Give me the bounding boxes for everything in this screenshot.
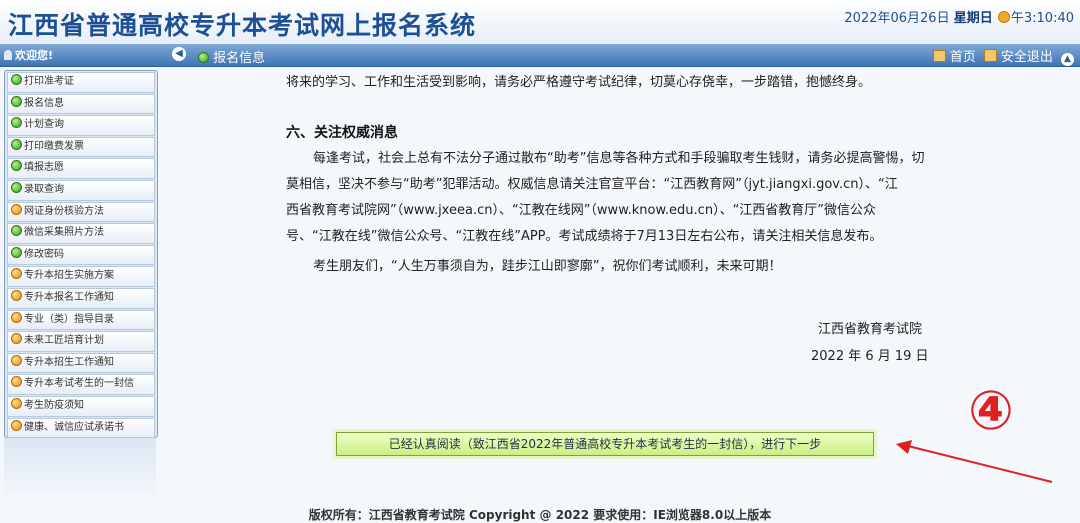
- sidebar-item[interactable]: 微信采集照片方法: [7, 223, 155, 244]
- sidebar-item[interactable]: 未来工匠培育计划: [7, 331, 155, 352]
- clock-icon: [997, 11, 1010, 23]
- breadcrumb-current: 报名信息: [213, 51, 266, 66]
- sidebar-item[interactable]: 专升本报名工作通知: [7, 287, 155, 309]
- sidebar-item-label: 修改密码: [24, 248, 64, 260]
- nav-actions: 首页 安全退出 ▲: [929, 46, 1074, 66]
- orange-dot-icon: [11, 419, 22, 431]
- sidebar-item-label: 网证身份核验方法: [24, 205, 104, 217]
- welcome-label: 欢迎您!: [15, 49, 54, 62]
- sidebar-item[interactable]: 专升本招生实施方案: [7, 266, 155, 287]
- green-dot-icon: [11, 160, 22, 172]
- content-line: 将来的学习、工作和生活受到影响，请务必严格遵守考试纪律，切莫心存侥幸，一步踏错，…: [286, 75, 872, 90]
- green-dot-icon: [11, 225, 22, 237]
- welcome-text: 欢迎您!: [4, 47, 53, 63]
- sidebar-item-label: 考生防疫须知: [24, 399, 84, 411]
- sidebar-item-label: 未来工匠培育计划: [24, 335, 104, 347]
- sidebar-item-label: 计划查询: [24, 119, 64, 131]
- sidebar-item[interactable]: 考生防疫须知: [7, 395, 155, 417]
- orange-dot-icon: [11, 289, 22, 301]
- sidebar-shadow: [4, 438, 156, 498]
- sidebar-item[interactable]: 录取查询: [7, 179, 155, 201]
- content-line: 号、“江教在线”微信公众号、“江教在线”APP。考试成绩将于7月13日左右公布，…: [286, 229, 883, 244]
- sidebar-item[interactable]: 计划查询: [7, 115, 155, 136]
- sidebar-item-label: 专升本招生实施方案: [24, 270, 114, 282]
- orange-dot-icon: [11, 397, 22, 409]
- signature-date: 2022 年 6 月 19 日: [811, 349, 929, 364]
- sidebar-item[interactable]: 专升本考试考生的一封信: [7, 374, 155, 395]
- sidebar-item[interactable]: 网证身份核验方法: [7, 201, 155, 223]
- content-line: 西省教育考试院网”（www.jxeea.cn）、“江教在线网”（www.know…: [286, 203, 877, 218]
- sidebar-item-label: 专升本考试考生的一封信: [24, 378, 134, 390]
- date-text: 2022年06月26日: [844, 11, 950, 26]
- green-dot-icon: [11, 95, 22, 107]
- logout-link[interactable]: 安全退出: [1001, 50, 1053, 65]
- page-header: 江西省普通高校专升本考试网上报名系统 2022年06月26日 星期日 午3:10…: [0, 0, 1080, 45]
- orange-dot-icon: [11, 376, 22, 388]
- user-icon: [4, 50, 12, 60]
- sidebar-item[interactable]: 专升本招生工作通知: [7, 352, 155, 374]
- site-title: 江西省普通高校专升本考试网上报名系统: [8, 11, 477, 40]
- sidebar-item-label: 报名信息: [24, 97, 64, 109]
- sidebar-item-label: 录取查询: [24, 183, 64, 195]
- breadcrumb: 报名信息: [198, 47, 265, 66]
- signature-org: 江西省教育考试院: [818, 322, 923, 337]
- sidebar-item[interactable]: 打印准考证: [7, 72, 155, 93]
- content-line: 莫相信，坚决不参与“助考”犯罪活动。权威信息请关注官宣平台：“江西教育网”（jy…: [286, 177, 898, 192]
- time-text: 午3:10:40: [1010, 11, 1074, 26]
- sidebar-item[interactable]: 填报志愿: [7, 158, 155, 179]
- sidebar-item-label: 健康、诚信应试承诺书: [24, 421, 124, 433]
- green-dot-icon: [198, 52, 209, 63]
- sidebar-menu: 打印准考证报名信息计划查询打印缴费发票 填报志愿录取查询网证身份核验方法 微信采集照…: [4, 70, 158, 460]
- sidebar-item-label: 专业（类）指导目录: [24, 313, 114, 325]
- green-dot-icon: [11, 246, 22, 258]
- orange-dot-icon: [11, 333, 22, 345]
- logout-icon: [983, 49, 997, 62]
- green-dot-icon: [11, 74, 22, 85]
- footer-copyright: 版权所有：江西省教育考试院 Copyright @ 2022 要求使用：IE浏览…: [308, 508, 772, 522]
- main-content: 将来的学习、工作和生活受到影响，请务必严格遵守考试纪律，切莫心存侥幸，一步踏错，…: [160, 66, 1080, 506]
- home-icon: [932, 50, 946, 62]
- sidebar-item[interactable]: 修改密码: [7, 244, 155, 266]
- orange-dot-icon: [11, 311, 22, 323]
- scroll-up-button[interactable]: ▲: [1061, 53, 1074, 66]
- sidebar-item[interactable]: 打印缴费发票: [7, 136, 155, 158]
- datetime-display: 2022年06月26日 星期日 午3:10:40: [844, 7, 1074, 26]
- green-dot-icon: [11, 117, 22, 129]
- annotation-arrow-icon: [896, 440, 1053, 483]
- home-link[interactable]: 首页: [950, 50, 976, 65]
- content-line: 每逢考试，社会上总有不法分子通过散布“助考”信息等各种方式和手段骗取考生钱财，请…: [313, 151, 925, 166]
- weekday-text: 星期日: [953, 11, 993, 26]
- sidebar-item-label: 专升本报名工作通知: [24, 291, 114, 303]
- content-line: 考生朋友们，“人生万事须自为，跬步江山即寥廓”，祝你们考试顺利，未来可期！: [313, 259, 782, 274]
- orange-dot-icon: [11, 203, 22, 215]
- sidebar-item-label: 打印准考证: [24, 76, 74, 87]
- confirm-next-step-button[interactable]: 已经认真阅读（致江西省2022年普通高校专升本考试考生的一封信），进行下一步: [336, 432, 874, 456]
- collapse-sidebar-button[interactable]: ◀: [172, 47, 186, 61]
- orange-dot-icon: [11, 268, 22, 280]
- sidebar-item[interactable]: 健康、诚信应试承诺书: [7, 417, 155, 439]
- sidebar-item-label: 专升本招生工作通知: [24, 356, 114, 368]
- step-4-marker: ④: [968, 379, 1014, 442]
- green-dot-icon: [11, 181, 22, 193]
- sidebar-item[interactable]: 专业（类）指导目录: [7, 309, 155, 331]
- nav-bar: 欢迎您! ◀ 报名信息 首页 安全退出 ▲: [0, 44, 1080, 67]
- sidebar-item-label: 微信采集照片方法: [24, 227, 104, 239]
- sidebar-item-label: 打印缴费发票: [24, 140, 84, 152]
- section-heading: 六、关注权威消息: [286, 125, 398, 141]
- green-dot-icon: [11, 138, 22, 150]
- sidebar-item[interactable]: 报名信息: [7, 93, 155, 115]
- sidebar-item-label: 填报志愿: [24, 162, 64, 174]
- orange-dot-icon: [11, 354, 22, 366]
